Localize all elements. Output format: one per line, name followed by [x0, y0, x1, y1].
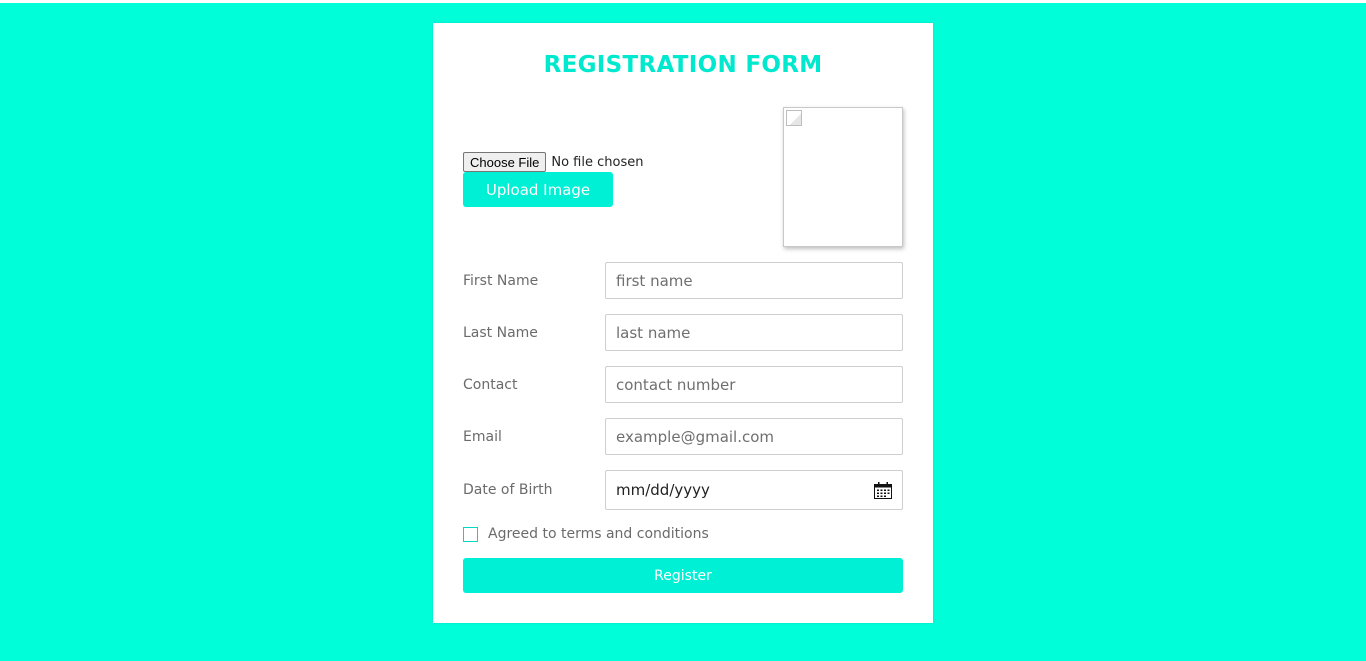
upload-image-button[interactable]: Upload Image	[463, 172, 613, 207]
terms-label: Agreed to terms and conditions	[488, 526, 709, 542]
contact-placeholder: contact number	[616, 375, 736, 394]
form-title: REGISTRATION FORM	[543, 52, 823, 78]
contact-label: Contact	[463, 377, 518, 393]
broken-image-icon	[786, 110, 802, 126]
contact-input[interactable]: contact number	[605, 366, 903, 403]
terms-row: Agreed to terms and conditions	[463, 526, 709, 542]
calendar-icon[interactable]	[874, 481, 892, 499]
file-picker: Choose File No file chosen	[463, 152, 643, 172]
email-label: Email	[463, 429, 502, 445]
terms-checkbox[interactable]	[463, 526, 478, 542]
choose-file-button[interactable]: Choose File	[463, 152, 547, 172]
image-preview	[783, 107, 903, 247]
file-status-text: No file chosen	[551, 154, 644, 170]
first-name-label: First Name	[463, 273, 539, 289]
registration-card: REGISTRATION FORM Choose File No file ch…	[433, 23, 933, 623]
dob-label: Date of Birth	[463, 482, 553, 498]
page-background: REGISTRATION FORM Choose File No file ch…	[0, 3, 1366, 661]
dob-value: mm/dd/yyyy	[616, 481, 710, 499]
last-name-placeholder: last name	[616, 323, 691, 342]
register-button[interactable]: Register	[463, 558, 903, 593]
first-name-input[interactable]: first name	[605, 262, 903, 299]
last-name-label: Last Name	[463, 325, 538, 341]
dob-input[interactable]: mm/dd/yyyy	[605, 470, 903, 510]
last-name-input[interactable]: last name	[605, 314, 903, 351]
email-input[interactable]: example@gmail.com	[605, 418, 903, 455]
first-name-placeholder: first name	[616, 271, 693, 290]
email-placeholder: example@gmail.com	[616, 427, 775, 446]
